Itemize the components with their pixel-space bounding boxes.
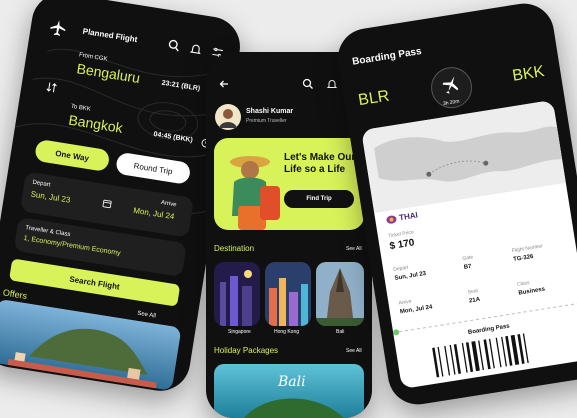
user-name: Shashi Kumar xyxy=(246,108,294,115)
boarding-pass-footer: Boarding Pass xyxy=(467,323,511,336)
promo-banner[interactable]: Let's Make Our Life so a Life Find Trip xyxy=(214,138,364,230)
flight-number: TG-326 xyxy=(512,253,534,264)
route-map xyxy=(361,99,566,214)
arrive-label: Arrive xyxy=(160,199,177,209)
barcode-bar xyxy=(495,337,502,368)
depart-date[interactable]: Sun, Jul 23 xyxy=(30,190,71,205)
airplane-icon xyxy=(50,20,66,36)
seat-label: Seat xyxy=(467,288,479,296)
class-label: Class xyxy=(516,279,531,288)
barcode-bar xyxy=(444,345,451,376)
search-icon[interactable] xyxy=(302,78,314,90)
package-banner-title: Bali xyxy=(278,374,306,390)
depart-label: Depart xyxy=(32,179,51,189)
destination-label: Bali xyxy=(336,329,345,335)
arrive-date: Mon, Jul 24 xyxy=(399,304,433,316)
destination-label: Hong Kong xyxy=(274,329,300,335)
barcode-bar xyxy=(510,334,520,366)
packages-title: Holiday Packages xyxy=(214,346,279,355)
back-arrow-icon[interactable] xyxy=(218,78,230,90)
class-value: Business xyxy=(518,286,546,297)
seat-value: 21A xyxy=(468,296,481,305)
packages-see-all[interactable]: See All xyxy=(346,348,362,354)
airline-name: THAI xyxy=(398,210,419,223)
user-tier: Premium Traveller xyxy=(246,118,287,124)
depart-date: Sun, Jul 23 xyxy=(394,270,427,282)
gate-value: B7 xyxy=(463,263,472,271)
barcode-bar xyxy=(432,347,440,378)
thai-airline-logo xyxy=(386,215,397,224)
origin-code: BLR xyxy=(357,87,391,110)
barcode-bar xyxy=(505,335,513,366)
barcode[interactable] xyxy=(432,329,557,378)
calendar-icon xyxy=(102,199,112,209)
gate-label: Gate xyxy=(462,254,474,262)
destination-title: Destination xyxy=(214,244,255,253)
bell-icon[interactable] xyxy=(188,42,203,57)
barcode-bar xyxy=(465,342,474,373)
find-trip-button[interactable]: Find Trip xyxy=(284,190,354,208)
depart-label: Depart xyxy=(392,264,409,273)
package-card-bali[interactable]: Bali xyxy=(214,364,364,418)
ticket-price: $ 170 xyxy=(388,237,416,253)
swap-icon[interactable] xyxy=(45,80,59,96)
barcode-bar xyxy=(517,333,525,364)
flight-number-label: Flight Number xyxy=(511,243,544,255)
barcode-bar xyxy=(453,344,462,375)
boarding-pass-title: Boarding Pass xyxy=(351,45,423,68)
package-island-image xyxy=(214,364,364,418)
search-icon[interactable] xyxy=(167,38,182,53)
bell-icon[interactable] xyxy=(326,78,338,90)
barcode-bar xyxy=(483,339,491,370)
destination-label: Singapore xyxy=(228,329,251,335)
class-value[interactable]: 1, Economy/Premium Economy xyxy=(23,235,121,257)
destination-card-singapore[interactable] xyxy=(214,262,260,326)
avatar[interactable] xyxy=(215,104,241,130)
promo-title: Let's Make Our Life so a Life xyxy=(284,152,356,175)
barcode-bar xyxy=(471,341,480,372)
arrive-date[interactable]: Mon, Jul 24 xyxy=(133,206,175,221)
destination-see-all[interactable]: See All xyxy=(346,246,362,252)
destination-card-hong-kong[interactable] xyxy=(265,262,311,326)
destination-code: BKK xyxy=(511,63,546,85)
arrive-label: Arrive xyxy=(398,298,413,307)
boarding-pass-card: THAI Ticket Price $ 170 Depart Sun, Jul … xyxy=(361,99,577,390)
destination-card-bali[interactable] xyxy=(316,262,364,326)
traveller-illustration xyxy=(230,156,280,230)
showcase-stage: Planned Flight From CGK Bengaluru 23:21 … xyxy=(0,0,577,418)
